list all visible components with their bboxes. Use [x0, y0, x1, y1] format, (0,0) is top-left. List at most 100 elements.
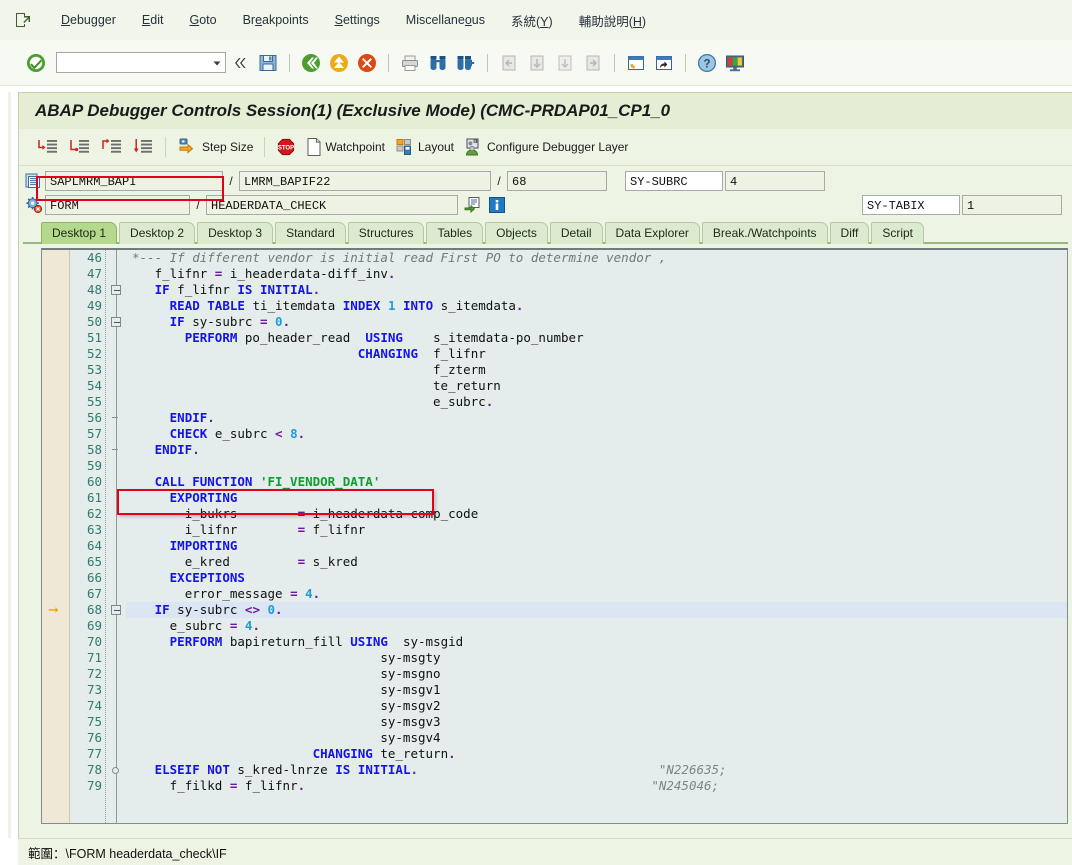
enter-ok-icon[interactable]: [26, 53, 46, 73]
menu-item-breakpoints[interactable]: Breakpoints: [230, 10, 322, 30]
menu-item-settings[interactable]: Settings: [322, 10, 393, 30]
tab-desktop-2[interactable]: Desktop 2: [119, 222, 196, 244]
continue-button[interactable]: [127, 130, 159, 164]
fold-marker[interactable]: [106, 314, 126, 330]
code-line[interactable]: sy-msgv3: [126, 714, 1067, 730]
fold-marker[interactable]: [106, 762, 126, 778]
code-line[interactable]: error_message = 4.: [126, 586, 1067, 602]
fold-marker[interactable]: [106, 602, 126, 618]
help-button[interactable]: ?: [693, 49, 721, 77]
menu-item-miscellaneous[interactable]: Miscellaneous: [393, 10, 498, 30]
code-line[interactable]: i_lifnr = f_lifnr: [126, 522, 1067, 538]
code-line[interactable]: e_subrc = 4.: [126, 618, 1067, 634]
sy-tabix-value[interactable]: 1: [962, 195, 1062, 215]
fold-marker[interactable]: [106, 282, 126, 298]
code-line[interactable]: READ TABLE ti_itemdata INDEX 1 INTO s_it…: [126, 298, 1067, 314]
program-name-field[interactable]: SAPLMRM_BAPI: [45, 171, 223, 191]
tab-desktop-1[interactable]: Desktop 1: [41, 222, 118, 244]
chevron-down-icon[interactable]: [209, 53, 225, 72]
code-line[interactable]: f_filkd = f_lifnr. "N245046;: [126, 778, 1067, 794]
tab-detail[interactable]: Detail: [549, 222, 603, 244]
cancel-button[interactable]: [353, 49, 381, 77]
fold-marker[interactable]: [106, 410, 126, 426]
code-line[interactable]: CHANGING f_lifnr: [126, 346, 1067, 362]
first-page-button[interactable]: [495, 49, 523, 77]
exit-button[interactable]: [325, 49, 353, 77]
code-line[interactable]: IF f_lifnr IS INITIAL.: [126, 282, 1067, 298]
tab-break-watchpoints[interactable]: Break./Watchpoints: [701, 222, 828, 244]
layout-button[interactable]: Layout: [390, 130, 459, 164]
code-line[interactable]: sy-msgv2: [126, 698, 1067, 714]
step-return-button[interactable]: [95, 130, 127, 164]
code-line[interactable]: sy-msgty: [126, 650, 1067, 666]
code-line[interactable]: PERFORM bapireturn_fill USING sy-msgid: [126, 634, 1067, 650]
code-line[interactable]: sy-msgv1: [126, 682, 1067, 698]
code-line[interactable]: IF sy-subrc = 0.: [126, 314, 1067, 330]
line-number-field[interactable]: 68: [507, 171, 607, 191]
code-line[interactable]: EXPORTING: [126, 490, 1067, 506]
step-over-button[interactable]: [63, 130, 95, 164]
menu-item-system[interactable]: 系統(Y): [498, 8, 566, 33]
tab-desktop-3[interactable]: Desktop 3: [197, 222, 274, 244]
code-line[interactable]: IMPORTING: [126, 538, 1067, 554]
code-line[interactable]: [126, 458, 1067, 474]
code-line[interactable]: f_lifnr = i_headerdata-diff_inv.: [126, 266, 1067, 282]
code-line[interactable]: CALL FUNCTION 'FI_VENDOR_DATA': [126, 474, 1067, 490]
event-gear-icon[interactable]: [23, 195, 45, 215]
session-icon[interactable]: [14, 11, 34, 29]
source-code-viewer[interactable]: ➞ 46 47 48 49 50 51 52 53 54 55 56 57 58 59 60 61 62 63 64…: [41, 248, 1068, 824]
next-page-button[interactable]: [551, 49, 579, 77]
menu-item-goto[interactable]: Goto: [176, 10, 229, 30]
configure-debugger-layer-button[interactable]: 8 Configure Debugger Layer: [459, 130, 633, 164]
goto-source-icon[interactable]: [464, 196, 482, 214]
tab-objects[interactable]: Objects: [485, 222, 548, 244]
event-type-field[interactable]: FORM: [45, 195, 190, 215]
code-text-column[interactable]: *--- If different vendor is initial read…: [126, 250, 1067, 823]
code-line[interactable]: *--- If different vendor is initial read…: [126, 250, 1067, 266]
watchpoint-button[interactable]: Watchpoint: [301, 130, 390, 164]
tab-tables[interactable]: Tables: [426, 222, 484, 244]
code-line[interactable]: e_subrc.: [126, 394, 1067, 410]
code-line[interactable]: f_zterm: [126, 362, 1067, 378]
stop-button[interactable]: STOP: [271, 130, 301, 164]
print-button[interactable]: [396, 49, 424, 77]
find-next-button[interactable]: [452, 49, 480, 77]
code-line[interactable]: i_bukrs = i_headerdata-comp_code: [126, 506, 1067, 522]
event-name-field[interactable]: HEADERDATA_CHECK: [206, 195, 458, 215]
menu-item-edit[interactable]: Edit: [129, 10, 177, 30]
code-line[interactable]: ENDIF.: [126, 410, 1067, 426]
tab-data-explorer[interactable]: Data Explorer: [604, 222, 700, 244]
code-line-current[interactable]: IF sy-subrc <> 0.: [126, 602, 1067, 618]
previous-page-button[interactable]: [523, 49, 551, 77]
menu-item-debugger[interactable]: Debugger: [48, 10, 129, 30]
program-stack-icon[interactable]: [23, 171, 45, 191]
code-fold-gutter[interactable]: [106, 250, 126, 823]
fold-marker[interactable]: [106, 442, 126, 458]
collapse-toolbar-button[interactable]: [226, 49, 254, 77]
information-icon[interactable]: [488, 196, 506, 214]
tab-structures[interactable]: Structures: [347, 222, 425, 244]
include-name-field[interactable]: LMRM_BAPIF22: [239, 171, 491, 191]
step-size-button[interactable]: Step Size: [172, 130, 258, 164]
new-session-button[interactable]: [622, 49, 650, 77]
sy-subrc-value[interactable]: 4: [725, 171, 825, 191]
code-line[interactable]: sy-msgno: [126, 666, 1067, 682]
code-line[interactable]: sy-msgv4: [126, 730, 1067, 746]
code-line[interactable]: CHECK e_subrc < 8.: [126, 426, 1067, 442]
last-page-button[interactable]: [579, 49, 607, 77]
command-input[interactable]: [57, 53, 209, 72]
code-line[interactable]: PERFORM po_header_read USING s_itemdata-…: [126, 330, 1067, 346]
code-line[interactable]: e_kred = s_kred: [126, 554, 1067, 570]
back-button[interactable]: [297, 49, 325, 77]
tab-diff[interactable]: Diff: [829, 222, 870, 244]
code-line[interactable]: ELSEIF NOT s_kred-lnrze IS INITIAL. "N22…: [126, 762, 1067, 778]
customize-layout-button[interactable]: [721, 49, 749, 77]
create-shortcut-button[interactable]: [650, 49, 678, 77]
code-line[interactable]: ENDIF.: [126, 442, 1067, 458]
tab-standard[interactable]: Standard: [275, 222, 346, 244]
tab-script[interactable]: Script: [871, 222, 925, 244]
command-field[interactable]: [56, 52, 226, 73]
step-into-button[interactable]: [31, 130, 63, 164]
code-line[interactable]: EXCEPTIONS: [126, 570, 1067, 586]
code-line[interactable]: te_return: [126, 378, 1067, 394]
